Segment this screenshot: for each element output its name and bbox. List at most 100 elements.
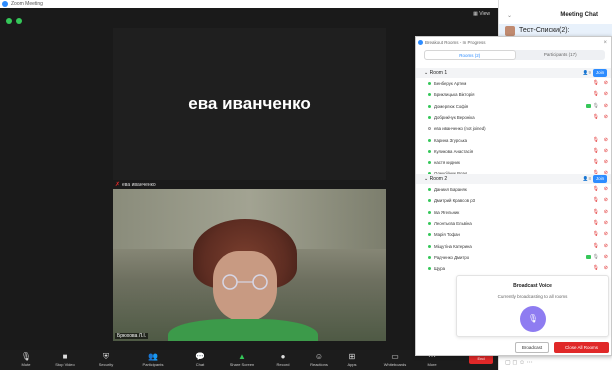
video-off-icon: ⊘ (603, 253, 608, 260)
record-button[interactable]: ● Record (272, 352, 294, 367)
participant-label-text: ева иванченко (122, 181, 156, 188)
participant-row[interactable]: Іва Ягельник 🎙 ⊘ (416, 208, 611, 217)
participant-video-tile[interactable]: Брюхова Л.І. (113, 189, 386, 341)
avatar (505, 26, 515, 36)
participant-row[interactable]: Леонтьєва Ельвіна 🎙 ⊘ (416, 219, 611, 228)
mic-muted-icon: 🎙 (592, 147, 599, 154)
participant-row[interactable]: Бенберук Артем 🎙 ⊘ (416, 79, 611, 88)
breakout-title-bar: Breakout Rooms - In Progress × (416, 37, 611, 49)
mic-muted-icon: 🎙 (592, 197, 599, 204)
participant-status-icon (428, 149, 431, 153)
participant-status-icon (428, 138, 431, 142)
mic-muted-icon: 🎙 (592, 208, 599, 215)
video-off-icon: ⊘ (603, 159, 608, 166)
participant-row[interactable]: Домерлюк Софія 🎙 ⊘ (416, 102, 611, 111)
video-off-icon: ⊘ (603, 136, 608, 143)
tab-rooms[interactable]: Rooms (2) (424, 50, 516, 60)
participant-row[interactable]: Бриклицька Вікторія 🎙 ⊘ (416, 90, 611, 99)
chat-icon: 💬 (195, 352, 205, 361)
participant-status-icon (428, 104, 431, 108)
mic-muted-icon: 🎙 (592, 80, 599, 86)
participants-button[interactable]: 👥 Participants (136, 352, 170, 367)
participants-icon: 👥 (148, 352, 158, 361)
video-on-icon (586, 103, 591, 108)
participant-row[interactable]: Марія Тофан 🎙 ⊘ (416, 230, 611, 239)
participant-row[interactable]: Міщутіна Катерина 🎙 ⊘ (416, 242, 611, 251)
tab-participants[interactable]: Participants (17) (516, 50, 606, 60)
room-2-header[interactable]: ⌄ Room 2 👤8 Join (416, 174, 611, 184)
broadcast-button[interactable]: Broadcast (515, 342, 549, 353)
participant-row[interactable]: Добрикічук Вероніка 🎙 ⊘ (416, 113, 611, 122)
participant-row[interactable]: Дмитрий Кравсов р3 🎙 ⊘ (416, 196, 611, 205)
mute-button[interactable]: 🎙 Mute (14, 352, 38, 367)
participant-tile-name[interactable]: ева иванченко (113, 28, 386, 180)
mic-muted-icon: 🎙 (592, 113, 599, 120)
chevron-down-icon[interactable]: ⌄ (507, 12, 512, 19)
participant-row[interactable]: Куликова Анастасія 🎙 ⊘ (416, 147, 611, 156)
participant-row[interactable]: настя кидник 🎙 ⊘ (416, 158, 611, 167)
participant-status-icon (428, 82, 431, 85)
participant-tile-label: ✗ ева иванченко (115, 181, 156, 189)
participant-name: Куликова Анастасія (434, 148, 474, 154)
share-screen-button[interactable]: ▲ Share Screen (226, 352, 258, 367)
record-icon: ● (280, 352, 286, 361)
mic-muted-icon: 🎙 (592, 159, 599, 166)
participant-status-icon (428, 115, 431, 119)
participant-name: Бриклицька Вікторія (434, 92, 475, 98)
participant-row[interactable]: Радченко Дмитро 🎙 ⊘ (416, 253, 611, 262)
zoom-logo-icon (2, 1, 8, 7)
participant-row[interactable]: Щура 🎙 ⊘ (416, 264, 611, 273)
chat-button[interactable]: 💬 Chat (190, 352, 210, 367)
chat-input-toolbar[interactable]: ▢ ◻ ☺ ⋯ (505, 359, 533, 366)
chat-header: Meeting Chat (560, 12, 598, 18)
view-button[interactable]: ▦ View (473, 11, 490, 17)
video-off-icon: ⊘ (603, 231, 608, 238)
room-2-join-button[interactable]: Join (593, 175, 607, 183)
breakout-tabs: Rooms (2) Participants (17) (424, 50, 605, 60)
mic-muted-icon: ✗ (115, 182, 121, 188)
participant-name: Дмитрий Кравсов р3 (434, 198, 475, 204)
broadcast-microphone-icon[interactable]: 🎙 (520, 306, 546, 332)
participant-row[interactable]: ева иванченко (not joined) (416, 124, 611, 133)
participant-name: настя кидник (434, 160, 460, 166)
participant-status-icon (428, 127, 431, 131)
video-off-icon: ⊘ (603, 219, 608, 226)
participant-row[interactable]: Даниил Бараняк 🎙 ⊘ (416, 185, 611, 194)
video-off-icon: ⊘ (603, 242, 608, 249)
participant-display-name: ева иванченко (188, 94, 311, 113)
participant-row[interactable]: Карина Згурська 🎙 ⊘ (416, 136, 611, 145)
participant-name: Домерлюк Софія (434, 103, 469, 109)
participant-name: Бенберук Артем (434, 81, 467, 86)
whiteboard-icon: ▭ (391, 352, 399, 361)
meeting-status-icons (6, 11, 26, 29)
mic-muted-icon: 🎙 (592, 231, 599, 238)
security-button[interactable]: ⛨ Security (92, 352, 120, 367)
participant-name: ева иванченко (not joined) (434, 126, 486, 132)
reactions-button[interactable]: ☺ Reactions (304, 352, 334, 367)
mic-muted-icon: 🎙 (592, 91, 599, 98)
broadcast-voice-status: Currently broadcasting to all rooms (497, 294, 568, 299)
video-off-icon: ⊘ (603, 265, 608, 272)
broadcast-voice-title: Broadcast Voice (513, 283, 552, 289)
whiteboards-button[interactable]: ▭ Whiteboards (378, 352, 412, 367)
room-1-join-button[interactable]: Join (593, 69, 607, 77)
participant-status-icon (428, 93, 431, 97)
encryption-icon[interactable] (6, 18, 12, 24)
close-icon[interactable]: × (603, 37, 607, 49)
participant-name: Міщутіна Катерина (434, 243, 472, 249)
room-2-count: 👤8 (582, 176, 591, 181)
participant-name: Іва Ягельник (434, 209, 460, 215)
participant-name: Карина Згурська (434, 137, 468, 143)
microphone-icon: 🎙 (592, 102, 599, 109)
room-1-header[interactable]: ⌄ Room 1 👤9 Join (416, 68, 611, 78)
video-off-icon: ⊘ (603, 208, 608, 215)
participant-status-icon (428, 255, 431, 259)
apps-button[interactable]: ⊞ Apps (342, 352, 362, 367)
close-all-rooms-button[interactable]: Close All Rooms (554, 342, 609, 353)
participant-status-icon (428, 188, 431, 191)
participant-status-icon (428, 161, 431, 165)
meeting-info-icon[interactable] (16, 18, 22, 24)
video-off-icon: ⊘ (603, 102, 608, 109)
mic-muted-icon: 🎙 (592, 186, 599, 192)
stop-video-button[interactable]: ■ Stop Video (50, 352, 80, 367)
